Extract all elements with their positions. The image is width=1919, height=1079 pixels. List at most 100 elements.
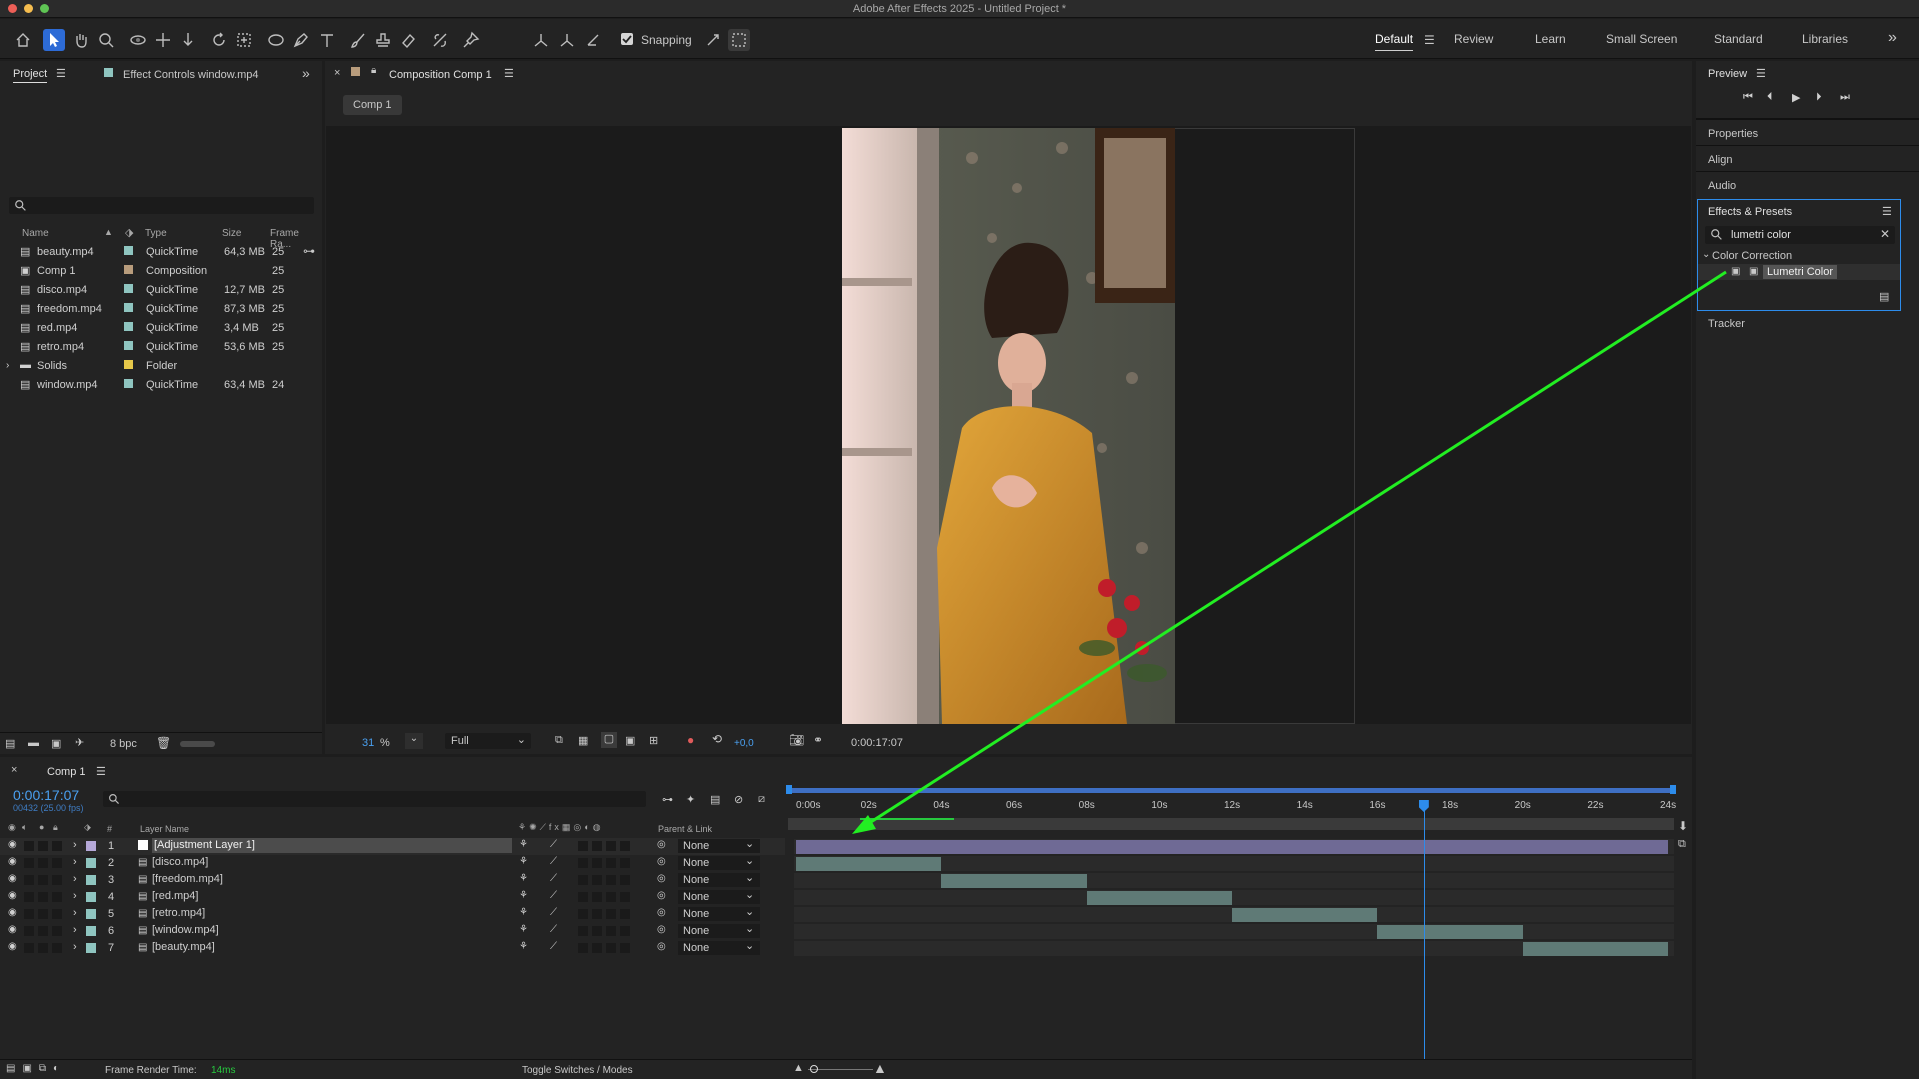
workspace-menu-icon[interactable]: ☰ xyxy=(1424,33,1435,47)
project-item[interactable]: ▤ beauty.mp4 QuickTime 64,3 MB 25 xyxy=(0,243,320,262)
shy-switch-icon[interactable]: ⚘ xyxy=(519,890,528,901)
previous-frame-icon[interactable]: ⏴ xyxy=(1767,91,1773,104)
layer-label-chip[interactable] xyxy=(86,841,96,851)
layer-track[interactable] xyxy=(794,907,1674,922)
pan-behind-icon[interactable] xyxy=(233,29,255,51)
category-chevron-icon[interactable]: ⌄ xyxy=(1702,249,1710,260)
eye-icon[interactable]: ◉ xyxy=(8,924,17,935)
project-search-input[interactable] xyxy=(9,197,314,214)
align-panel-tab[interactable]: Align xyxy=(1708,154,1732,166)
label-column-icon[interactable]: ⬗ xyxy=(84,822,91,833)
project-item[interactable]: ▤ freedom.mp4 QuickTime 87,3 MB 25 xyxy=(0,300,320,319)
shy-switch-icon[interactable]: ⚘ xyxy=(519,856,528,867)
shy-switch-icon[interactable]: ⚘ xyxy=(519,941,528,952)
audio-toggle[interactable] xyxy=(24,926,34,936)
axis-view-icon[interactable] xyxy=(582,29,604,51)
tab-composition[interactable]: Composition Comp 1 xyxy=(389,69,492,81)
comp-button-icon[interactable]: ⧉ xyxy=(1678,838,1686,851)
expand-chevron-icon[interactable]: › xyxy=(73,924,77,936)
interpret-footage-icon[interactable]: ▤ xyxy=(5,737,15,750)
new-comp-icon[interactable]: ▣ xyxy=(51,737,61,750)
audio-panel-tab[interactable]: Audio xyxy=(1708,180,1736,192)
solo-toggle[interactable] xyxy=(38,943,48,953)
layer-row[interactable]: ◉ › 6 ▤ [window.mp4] ⚘ ⟋ ◎ None ⌄ xyxy=(0,923,785,940)
comp-panel-menu-icon[interactable]: ☰ xyxy=(504,67,514,80)
workspace-small-screen[interactable]: Small Screen xyxy=(1606,32,1677,46)
label-color-chip[interactable] xyxy=(124,360,133,369)
comp-marker-icon[interactable]: ⬇ xyxy=(1678,819,1688,833)
home-icon[interactable] xyxy=(12,29,34,51)
exposure-value[interactable]: +0,0 xyxy=(734,738,754,749)
clear-search-icon[interactable]: ✕ xyxy=(1880,227,1890,241)
pan-camera-icon[interactable] xyxy=(152,29,174,51)
layer-bar[interactable] xyxy=(1086,891,1232,905)
comp-breadcrumb[interactable]: Comp 1 xyxy=(343,95,402,115)
layer-name[interactable]: [beauty.mp4] xyxy=(152,941,215,953)
solo-toggle[interactable] xyxy=(38,858,48,868)
reset-exposure-icon[interactable]: ⟲ xyxy=(712,732,722,746)
close-tab-icon[interactable]: × xyxy=(11,764,17,776)
ellipse-tool-icon[interactable] xyxy=(265,29,287,51)
snap-options-icon[interactable] xyxy=(702,29,724,51)
layer-label-chip[interactable] xyxy=(86,875,96,885)
layer-bar[interactable] xyxy=(1377,925,1523,939)
expand-chevron-icon[interactable]: › xyxy=(73,941,77,953)
expand-chevron-icon[interactable]: › xyxy=(6,360,9,371)
last-frame-icon[interactable]: ⏭ xyxy=(1840,91,1850,104)
switch-boxes[interactable] xyxy=(578,858,633,868)
pickwhip-icon[interactable]: ◎ xyxy=(657,924,666,935)
effects-search-input[interactable]: lumetri color ✕ xyxy=(1705,226,1895,244)
snap-feather-icon[interactable] xyxy=(728,29,750,51)
selection-tool-icon[interactable] xyxy=(43,29,65,51)
layer-label-chip[interactable] xyxy=(86,943,96,953)
effect-lumetri-color[interactable]: Lumetri Color xyxy=(1763,265,1838,279)
expand-chevron-icon[interactable]: › xyxy=(73,907,77,919)
layer-bar[interactable] xyxy=(1522,942,1668,956)
timeline-menu-icon[interactable]: ☰ xyxy=(96,765,106,778)
timeline-tab[interactable]: Comp 1 xyxy=(47,766,86,778)
pickwhip-icon[interactable]: ◎ xyxy=(657,856,666,867)
layer-name[interactable]: [red.mp4] xyxy=(152,890,198,902)
zoom-out-icon[interactable]: ▲ xyxy=(793,1062,804,1074)
render-queue-icon[interactable]: ✈ xyxy=(75,736,84,749)
solo-toggle[interactable] xyxy=(38,892,48,902)
layer-row[interactable]: ◉ › 4 ▤ [red.mp4] ⚘ ⟋ ◎ None ⌄ xyxy=(0,889,785,906)
project-item[interactable]: ▤ red.mp4 QuickTime 3,4 MB 25 xyxy=(0,319,320,338)
switch-boxes[interactable] xyxy=(578,909,633,919)
grid-options-icon[interactable]: ⊞ xyxy=(649,734,658,747)
solo-icon[interactable]: ● xyxy=(39,822,44,832)
audio-toggle[interactable] xyxy=(24,858,34,868)
eye-icon[interactable]: ◉ xyxy=(8,907,17,918)
column-size[interactable]: Size xyxy=(222,228,241,239)
effects-menu-icon[interactable]: ☰ xyxy=(1882,205,1892,218)
shy-switch-icon[interactable]: ⚘ xyxy=(519,873,528,884)
switch-boxes[interactable] xyxy=(578,926,633,936)
zoom-dropdown-icon[interactable]: ⌄ xyxy=(405,733,423,749)
eye-icon[interactable]: ◉ xyxy=(8,873,17,884)
pickwhip-icon[interactable]: ◎ xyxy=(657,890,666,901)
layer-name[interactable]: [freedom.mp4] xyxy=(152,873,223,885)
video-visibility-icon[interactable]: ◉ xyxy=(8,822,16,833)
guides-icon[interactable]: ▣ xyxy=(625,734,635,747)
solo-toggle[interactable] xyxy=(38,875,48,885)
properties-panel-tab[interactable]: Properties xyxy=(1708,128,1758,140)
label-color-chip[interactable] xyxy=(124,246,133,255)
quality-switch-icon[interactable]: ⟋ xyxy=(550,924,557,935)
workspace-default[interactable]: Default xyxy=(1375,32,1414,51)
footer-toggle-icons[interactable]: ▤▣⧉◐ xyxy=(6,1063,66,1074)
audio-toggle[interactable] xyxy=(24,892,34,902)
pen-tool-icon[interactable] xyxy=(290,29,312,51)
transparency-grid-icon[interactable]: ▦ xyxy=(578,734,588,747)
lock-toggle[interactable] xyxy=(52,892,62,902)
solo-toggle[interactable] xyxy=(38,926,48,936)
layer-track[interactable] xyxy=(794,941,1674,956)
toggle-switches-modes[interactable]: Toggle Switches / Modes xyxy=(522,1065,633,1076)
label-color-chip[interactable] xyxy=(124,303,133,312)
label-color-chip[interactable] xyxy=(124,322,133,331)
thumbnail-slider[interactable] xyxy=(180,741,215,747)
viewer-timecode[interactable]: 0:00:17:07 xyxy=(851,737,903,749)
project-item[interactable]: ▤ disco.mp4 QuickTime 12,7 MB 25 xyxy=(0,281,320,300)
hand-tool-icon[interactable] xyxy=(70,29,92,51)
eye-icon[interactable]: ◉ xyxy=(8,941,17,952)
audio-icon[interactable]: 🔈︎ xyxy=(22,822,27,833)
